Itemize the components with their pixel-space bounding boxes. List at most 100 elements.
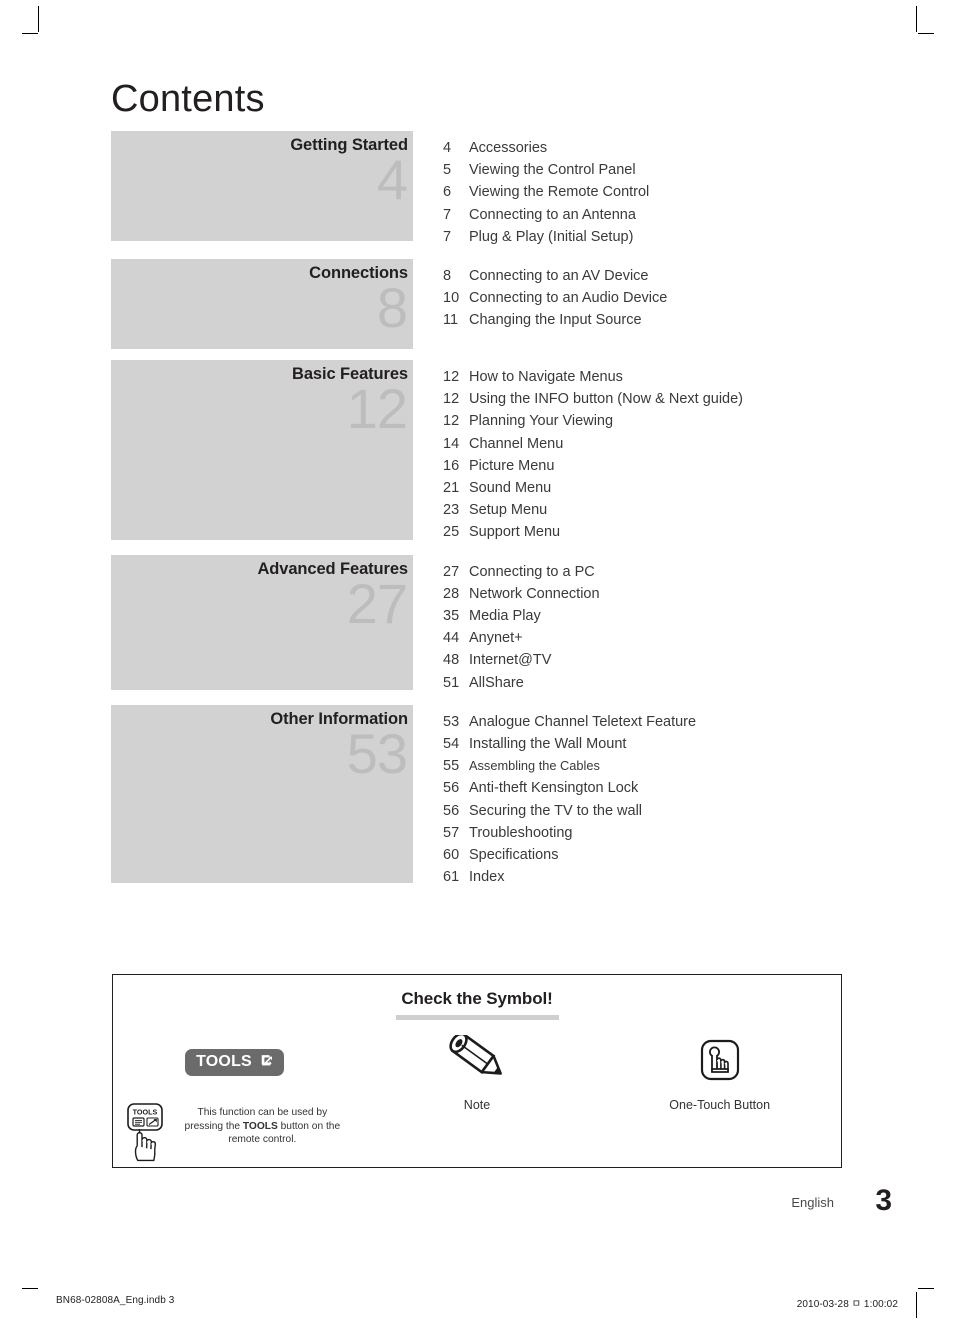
- toc-entry[interactable]: 14 Channel Menu: [443, 433, 954, 455]
- toc-entry[interactable]: 23 Setup Menu: [443, 499, 954, 521]
- crop-mark-top-left: [38, 6, 39, 32]
- contents-section: Connections 8 8 Connecting to an AV Devi…: [0, 259, 954, 350]
- tools-description-line2-bold: TOOLS: [242, 1120, 278, 1132]
- toc-entry[interactable]: 44 Anynet+: [443, 627, 954, 649]
- toc-entry-label: Channel Menu: [469, 435, 564, 452]
- toc-entry-label: Viewing the Control Panel: [469, 162, 636, 179]
- toc-entry-label: Support Menu: [469, 524, 561, 541]
- crop-mark-left-bottom: [22, 1288, 38, 1289]
- tools-pill-wrap: TOOLS: [113, 1036, 356, 1088]
- print-footer-file: BN68-02808A_Eng.indb 3: [56, 1295, 175, 1306]
- toc-entry-label: Connecting to an Audio Device: [469, 290, 668, 307]
- section-band: Advanced Features 27: [111, 554, 413, 690]
- toc-entry[interactable]: 5 Viewing the Control Panel: [443, 159, 954, 181]
- toc-entry[interactable]: 4 Accessories: [443, 137, 954, 159]
- toc-entry-label: Viewing the Remote Control: [469, 184, 650, 201]
- symbol-heading: Check the Symbol!: [401, 989, 553, 1008]
- toc-entry-label: Analogue Channel Teletext Feature: [469, 713, 697, 730]
- section-start-page: 53: [346, 721, 408, 785]
- toc-entry[interactable]: 7 Plug & Play (Initial Setup): [443, 226, 954, 248]
- toc-entry-label: Accessories: [469, 140, 548, 156]
- toc-entry[interactable]: 56 Anti-theft Kensington Lock: [443, 777, 954, 799]
- symbol-columns: TOOLS TOOLS This function can be used by…: [113, 1032, 841, 1169]
- toc-entry-page: 54: [443, 736, 460, 753]
- toc-entry[interactable]: 57 Troubleshooting: [443, 822, 954, 844]
- contents-section: Advanced Features 27 27 Connecting to a …: [0, 554, 954, 694]
- tools-description-line1: This function can be used by: [197, 1107, 328, 1118]
- one-touch-button-icon: [699, 1038, 741, 1087]
- toc-entry[interactable]: 12 Planning Your Viewing: [443, 410, 954, 432]
- toc-entry-label: Picture Menu: [469, 457, 555, 474]
- toc-entry[interactable]: 35 Media Play: [443, 605, 954, 627]
- tools-remote-key-icon: TOOLS: [126, 1102, 172, 1169]
- toc-entry[interactable]: 25 Support Menu: [443, 521, 954, 543]
- toc-entry-label: Connecting to an AV Device: [469, 268, 649, 285]
- toc-entry[interactable]: 60 Specifications: [443, 844, 954, 866]
- toc-entry[interactable]: 48 Internet@TV: [443, 649, 954, 671]
- contents-section: Basic Features 12 12 How to Navigate Men…: [0, 360, 954, 544]
- toc-entry[interactable]: 11 Changing the Input Source: [443, 309, 954, 331]
- section-entries: 8 Connecting to an AV Device 10 Connecti…: [443, 259, 954, 332]
- section-start-page: 12: [346, 376, 408, 440]
- toc-entry-page: 12: [443, 413, 460, 430]
- toc-entry[interactable]: 8 Connecting to an AV Device: [443, 265, 954, 287]
- toc-entry[interactable]: 16 Picture Menu: [443, 455, 954, 477]
- toc-entry-page: 4: [443, 140, 452, 156]
- toc-entry-label: Securing the TV to the wall: [469, 802, 643, 819]
- section-band: Getting Started 4: [111, 131, 413, 241]
- print-footer: BN68-02808A_Eng.indb 3 2010-03-28 ㅁ 1:00…: [0, 1295, 954, 1319]
- toc-entry-label: Connecting to a PC: [469, 563, 595, 580]
- toc-entry-page: 10: [443, 290, 460, 307]
- section-band: Basic Features 12: [111, 360, 413, 541]
- toc-entry[interactable]: 53 Analogue Channel Teletext Feature: [443, 711, 954, 733]
- toc-entry-page: 57: [443, 824, 460, 841]
- pencil-icon: [446, 1032, 508, 1090]
- toc-entry-label: Troubleshooting: [469, 824, 573, 841]
- toc-entry[interactable]: 28 Network Connection: [443, 583, 954, 605]
- toc-entry-page: 28: [443, 585, 460, 602]
- toc-entry-page: 7: [443, 206, 452, 223]
- toc-entry-page: 60: [443, 847, 460, 864]
- print-footer-timestamp: 2010-03-28 ㅁ 1:00:02: [796, 1299, 898, 1310]
- page-title: Contents: [111, 78, 265, 120]
- toc-entry-page: 16: [443, 457, 460, 474]
- toc-entry-label: Plug & Play (Initial Setup): [469, 228, 634, 245]
- toc-entry[interactable]: 21 Sound Menu: [443, 477, 954, 499]
- toc-entry[interactable]: 12 Using the INFO button (Now & Next gui…: [443, 388, 954, 410]
- toc-entry-page: 12: [443, 369, 460, 386]
- toc-entry-page: 55: [443, 758, 460, 775]
- toc-entry[interactable]: 6 Viewing the Remote Control: [443, 181, 954, 203]
- toc-entry[interactable]: 12 How to Navigate Menus: [443, 366, 954, 388]
- symbol-column-note: Note: [356, 1032, 599, 1169]
- note-icon-wrap: [356, 1032, 599, 1090]
- toc-entry-label: Anti-theft Kensington Lock: [469, 780, 639, 797]
- section-entries: 12 How to Navigate Menus 12 Using the IN…: [443, 360, 954, 544]
- toc-entry-label: Connecting to an Antenna: [469, 206, 636, 223]
- toc-entry[interactable]: 61 Index: [443, 866, 954, 888]
- toc-entry-label: Specifications: [469, 847, 559, 864]
- toc-entry-page: 6: [443, 184, 452, 201]
- symbol-column-one-touch: One-Touch Button: [598, 1036, 841, 1169]
- toc-entry[interactable]: 55 Assembling the Cables: [443, 755, 954, 777]
- toc-entry-label: Sound Menu: [469, 480, 552, 497]
- toc-entry[interactable]: 7 Connecting to an Antenna: [443, 204, 954, 226]
- toc-entry-page: 53: [443, 713, 460, 730]
- tools-badge: TOOLS: [185, 1048, 284, 1076]
- toc-entry[interactable]: 51 AllShare: [443, 672, 954, 694]
- section-band: Other Information 53: [111, 704, 413, 883]
- section-band: Connections 8: [111, 259, 413, 350]
- section-start-page: 8: [376, 275, 408, 339]
- tools-badge-label: TOOLS: [196, 1052, 252, 1070]
- toc-entry-label: Assembling the Cables: [469, 758, 600, 774]
- toc-entry-page: 35: [443, 608, 460, 625]
- toc-entry[interactable]: 27 Connecting to a PC: [443, 561, 954, 583]
- section-entries: 4 Accessories 5 Viewing the Control Pane…: [443, 131, 954, 248]
- toc-entry[interactable]: 10 Connecting to an Audio Device: [443, 287, 954, 309]
- toc-entry[interactable]: 56 Securing the TV to the wall: [443, 800, 954, 822]
- contents-section: Getting Started 4 4 Accessories 5 Viewin…: [0, 131, 954, 248]
- toc-entry[interactable]: 54 Installing the Wall Mount: [443, 733, 954, 755]
- toc-entry-page: 56: [443, 780, 460, 797]
- toc-entry-page: 61: [443, 869, 460, 886]
- section-start-page: 4: [376, 147, 408, 211]
- section-entries: 27 Connecting to a PC 28 Network Connect…: [443, 555, 954, 694]
